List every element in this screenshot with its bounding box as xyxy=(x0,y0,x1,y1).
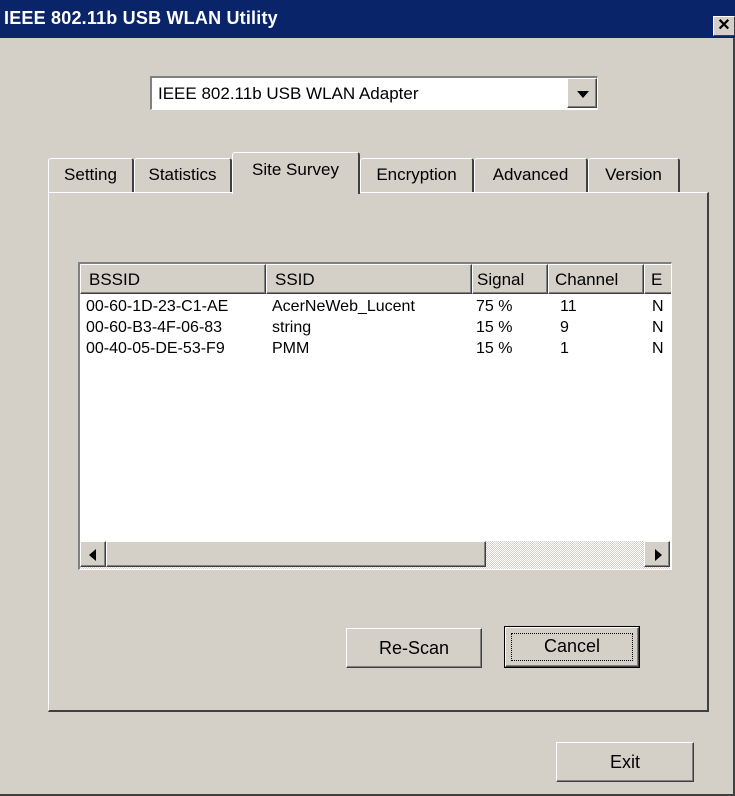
column-header-channel[interactable]: Channel xyxy=(548,264,644,294)
cell-bssid: 00-60-B3-4F-06-83 xyxy=(86,319,223,336)
column-header-ssid[interactable]: SSID xyxy=(266,264,472,294)
column-header-signal[interactable]: Signal xyxy=(472,264,548,294)
tab-site-survey[interactable]: Site Survey xyxy=(232,152,360,194)
list-header: BSSID SSID Signal Channel E xyxy=(80,264,671,294)
exit-label: Exit xyxy=(609,752,640,772)
column-label: Channel xyxy=(555,270,619,289)
tab-advanced[interactable]: Advanced xyxy=(474,158,588,192)
tab-encryption[interactable]: Encryption xyxy=(360,158,474,192)
cell-channel: 1 xyxy=(560,340,569,357)
site-survey-list[interactable]: BSSID SSID Signal Channel E 00-60-1D-23-… xyxy=(78,262,672,570)
cell-channel: 11 xyxy=(560,298,577,315)
title-bar: IEEE 802.11b USB WLAN Utility xyxy=(0,0,735,38)
table-row[interactable]: 00-60-1D-23-C1-AE AcerNeWeb_Lucent 75 % … xyxy=(80,298,671,318)
tab-label: Encryption xyxy=(376,165,457,184)
cell-bssid: 00-40-05-DE-53-F9 xyxy=(86,340,225,357)
column-label: SSID xyxy=(275,270,315,289)
tab-label: Version xyxy=(605,165,662,184)
scrollbar-thumb[interactable] xyxy=(106,541,486,567)
cell-channel: 9 xyxy=(560,319,569,336)
close-icon: ✕ xyxy=(717,17,731,34)
tab-version[interactable]: Version xyxy=(588,158,680,192)
cell-extra: N xyxy=(652,340,664,357)
cell-ssid: AcerNeWeb_Lucent xyxy=(272,298,415,315)
cell-signal: 15 % xyxy=(476,319,513,336)
adapter-select[interactable]: IEEE 802.11b USB WLAN Adapter xyxy=(150,76,598,110)
window-title: IEEE 802.11b USB WLAN Utility xyxy=(4,8,278,28)
cancel-button[interactable]: Cancel xyxy=(504,626,640,668)
scroll-right-icon xyxy=(655,549,662,561)
tab-setting[interactable]: Setting xyxy=(48,158,134,192)
scroll-left-icon xyxy=(89,549,96,561)
column-label: Signal xyxy=(477,270,525,289)
cell-extra: N xyxy=(652,319,664,336)
adapter-select-button[interactable] xyxy=(567,78,597,108)
cancel-label: Cancel xyxy=(511,633,633,661)
cell-bssid: 00-60-1D-23-C1-AE xyxy=(86,298,229,315)
column-label: E xyxy=(651,270,663,289)
table-row[interactable]: 00-40-05-DE-53-F9 PMM 15 % 1 N xyxy=(80,340,671,360)
rescan-label: Re-Scan xyxy=(378,638,450,658)
cell-signal: 15 % xyxy=(476,340,513,357)
scroll-right-button[interactable] xyxy=(644,541,670,567)
cell-extra: N xyxy=(652,298,664,315)
tab-statistics[interactable]: Statistics xyxy=(134,158,232,192)
cell-ssid: string xyxy=(272,319,312,336)
table-row[interactable]: 00-60-B3-4F-06-83 string 15 % 9 N xyxy=(80,319,671,339)
tab-label: Setting xyxy=(64,165,117,184)
column-header-bssid[interactable]: BSSID xyxy=(80,264,266,294)
scroll-left-button[interactable] xyxy=(80,541,106,567)
cell-signal: 75 % xyxy=(476,298,513,315)
chevron-down-icon xyxy=(577,91,589,98)
horizontal-scrollbar[interactable] xyxy=(80,541,670,569)
cell-ssid: PMM xyxy=(272,340,310,357)
close-button[interactable]: ✕ xyxy=(713,16,735,36)
column-label: BSSID xyxy=(89,270,141,289)
tab-label: Site Survey xyxy=(252,160,339,179)
exit-button[interactable]: Exit xyxy=(556,742,694,782)
tab-label: Advanced xyxy=(492,165,569,184)
column-header-e[interactable]: E xyxy=(644,264,671,294)
rescan-button[interactable]: Re-Scan xyxy=(346,628,482,668)
tab-label: Statistics xyxy=(148,165,217,184)
adapter-select-value: IEEE 802.11b USB WLAN Adapter xyxy=(158,84,419,103)
